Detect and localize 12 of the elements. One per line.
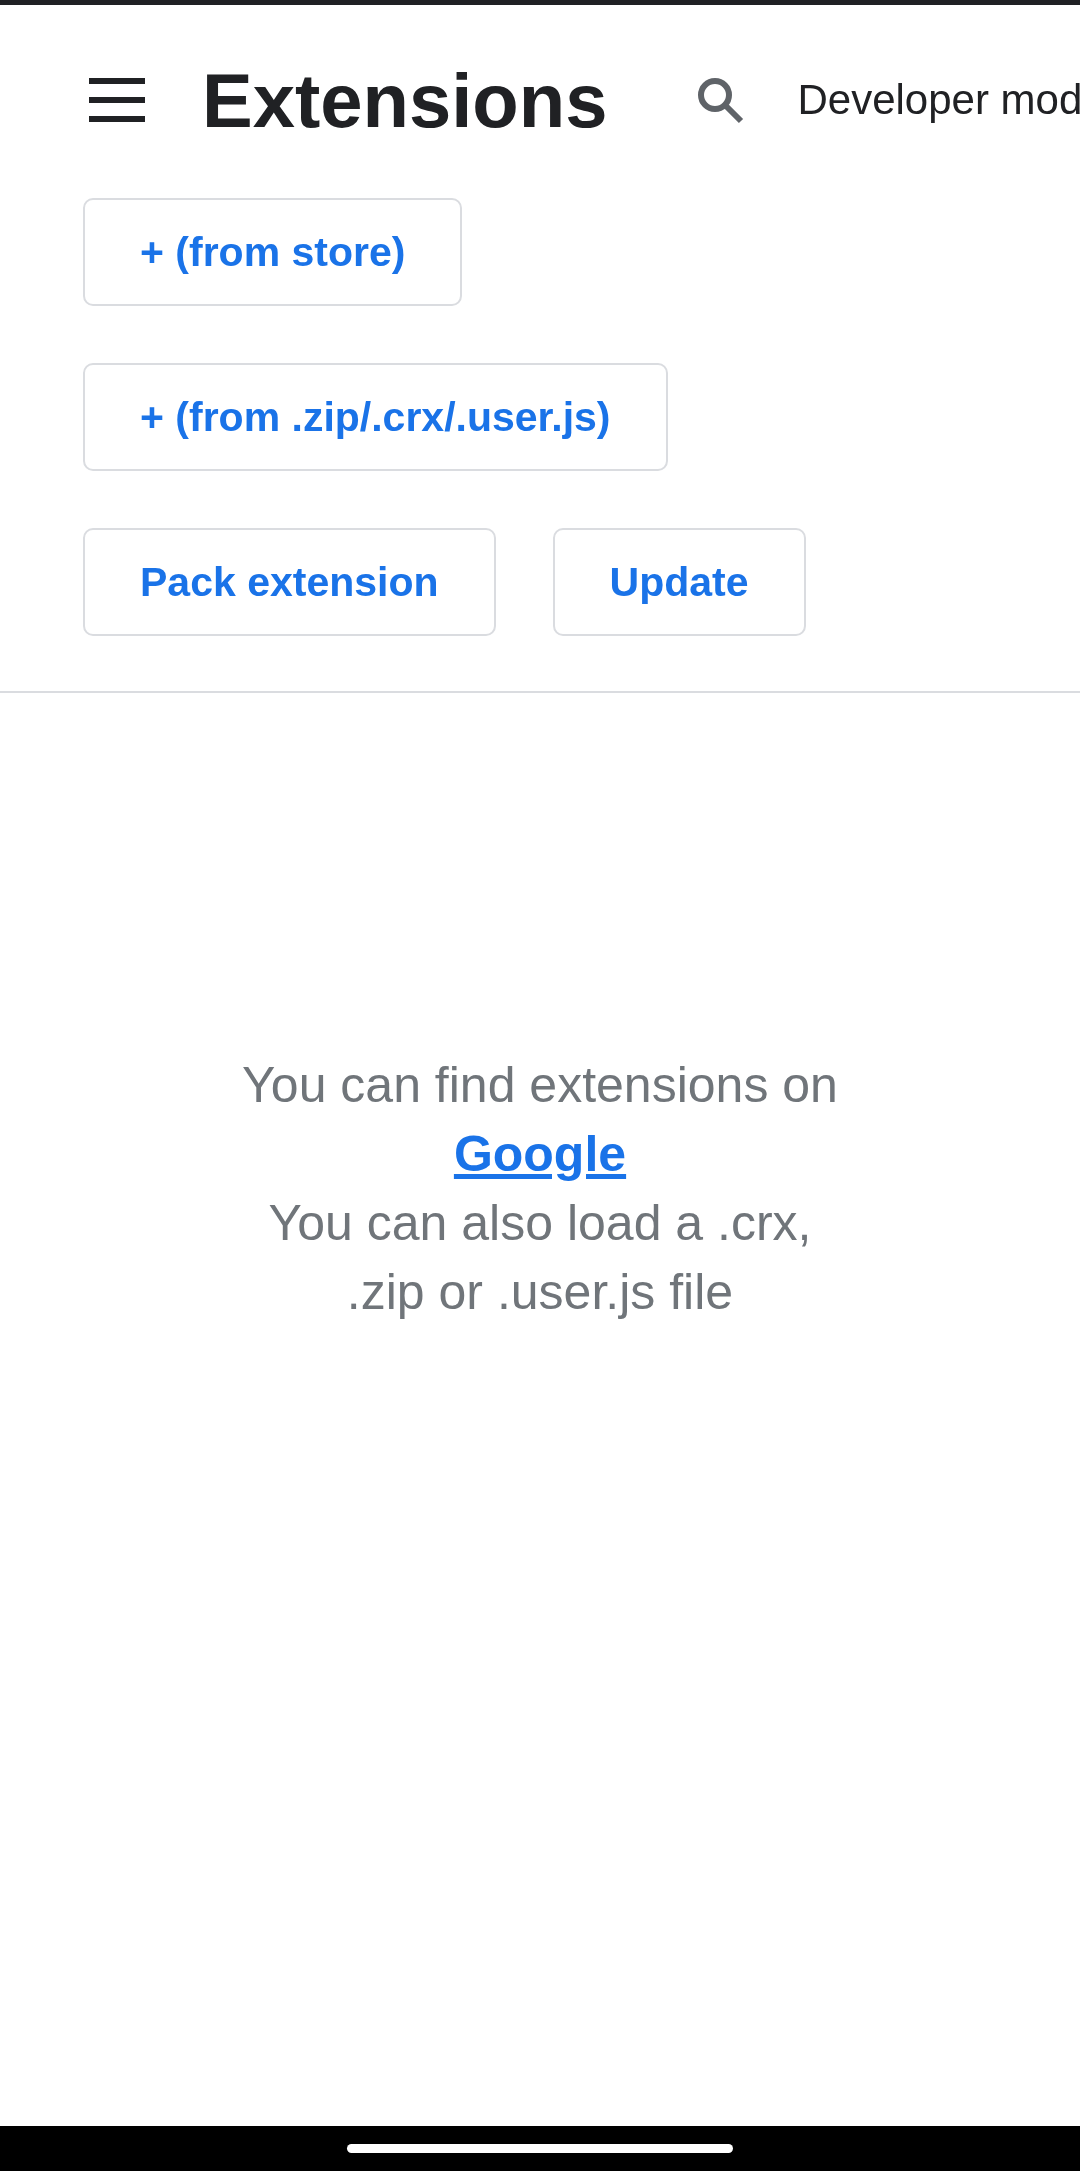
developer-mode-label[interactable]: Developer mod <box>797 76 1080 124</box>
search-icon[interactable] <box>695 75 746 125</box>
action-button[interactable]: + (from store) <box>83 198 463 306</box>
action-button[interactable]: Update <box>552 528 806 636</box>
menu-icon[interactable] <box>89 78 145 122</box>
empty-state-text: You can also load a .crx, <box>268 1194 812 1253</box>
google-link[interactable]: Google <box>453 1120 627 1189</box>
empty-state-text: .zip or .user.js file <box>346 1263 734 1322</box>
empty-state-text: You can find extensions on <box>242 1056 838 1115</box>
action-button[interactable]: Pack extension <box>83 528 496 636</box>
action-button[interactable]: + (from .zip/.crx/.user.js) <box>83 363 668 471</box>
page-title: Extensions <box>202 56 608 144</box>
